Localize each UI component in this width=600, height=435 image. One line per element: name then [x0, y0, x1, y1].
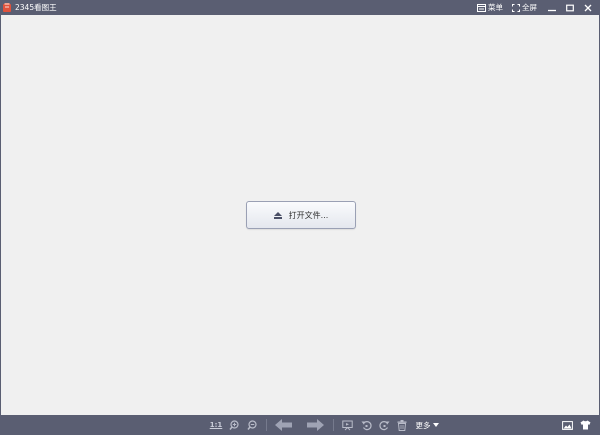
zoom-out-icon [246, 419, 257, 430]
more-button[interactable]: 更多 [414, 415, 440, 435]
image-canvas: 打开文件... [0, 15, 600, 415]
title-bar[interactable]: 2345看图王 菜单 全屏 [0, 0, 600, 15]
actual-size-button[interactable]: 1:1 [208, 415, 224, 435]
open-file-label: 打开文件... [288, 210, 329, 220]
eject-icon [273, 211, 282, 219]
delete-icon [397, 419, 407, 431]
minimize-icon [548, 9, 556, 11]
app-window: 2345看图王 菜单 全屏 打开文件... 1:1 更多 [0, 0, 600, 435]
bottom-toolbar: 1:1 更多 [0, 415, 600, 435]
more-label: 更多 [415, 420, 431, 430]
close-button[interactable] [581, 0, 595, 15]
skin-button[interactable] [578, 415, 592, 435]
maximize-button[interactable] [563, 0, 577, 15]
next-image-button[interactable] [305, 415, 325, 435]
menu-icon [477, 3, 486, 12]
maximize-icon [566, 4, 574, 11]
close-icon [584, 4, 592, 11]
slideshow-icon [341, 420, 353, 430]
toolbar-divider [266, 419, 267, 431]
zoom-out-button[interactable] [245, 415, 259, 435]
fullscreen-icon [512, 3, 520, 12]
zoom-in-icon [228, 419, 239, 430]
rotate-left-icon [361, 420, 372, 430]
rotate-right-icon [378, 420, 389, 430]
fullscreen-label: 全屏 [522, 3, 537, 12]
menu-label: 菜单 [488, 3, 503, 12]
actual-size-label: 1:1 [209, 421, 223, 429]
previous-arrow-icon [275, 419, 292, 431]
rotate-right-button[interactable] [377, 415, 391, 435]
rotate-left-button[interactable] [359, 415, 373, 435]
set-wallpaper-button[interactable] [560, 415, 574, 435]
skin-shirt-icon [580, 420, 590, 430]
slideshow-button[interactable] [340, 415, 354, 435]
toolbar-divider [333, 419, 334, 431]
previous-image-button[interactable] [274, 415, 294, 435]
app-title: 2345看图王 [15, 3, 57, 12]
fullscreen-button[interactable]: 全屏 [512, 0, 537, 15]
chevron-down-icon [432, 423, 439, 427]
wallpaper-icon [561, 420, 573, 430]
menu-button[interactable]: 菜单 [477, 0, 503, 15]
delete-button[interactable] [395, 415, 409, 435]
zoom-in-button[interactable] [227, 415, 241, 435]
app-logo-icon [3, 3, 11, 12]
open-file-button[interactable]: 打开文件... [246, 201, 356, 229]
next-arrow-icon [307, 419, 324, 431]
minimize-button[interactable] [545, 0, 559, 15]
